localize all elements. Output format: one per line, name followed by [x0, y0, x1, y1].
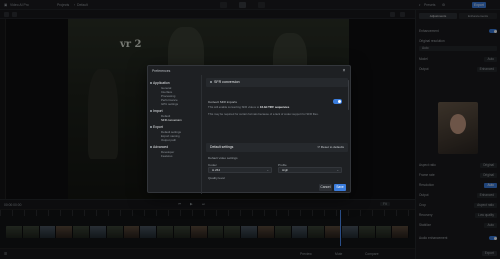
- quality-label: Quality level: [208, 176, 225, 180]
- convert-sfr-toggle[interactable]: [333, 99, 342, 104]
- close-icon[interactable]: ×: [341, 68, 347, 74]
- save-button[interactable]: Save: [334, 184, 346, 191]
- import-icon: [150, 109, 152, 112]
- dialog-title: Preferences: [152, 69, 171, 73]
- sub-output-path[interactable]: Output path: [161, 138, 176, 142]
- sub-gpu[interactable]: GPU settings: [161, 102, 178, 106]
- profile-select[interactable]: High ⌄: [278, 167, 342, 173]
- category-application[interactable]: Application: [150, 81, 170, 85]
- section-header: SFR conversion: [206, 78, 348, 87]
- preferences-dialog: Preferences × Application General Interf…: [147, 65, 351, 194]
- sfr-note-1: This will enable converting SFR videos t…: [208, 105, 290, 109]
- reset-defaults-button[interactable]: ↺ Reset to defaults: [317, 143, 344, 152]
- sub-features[interactable]: Features: [161, 154, 172, 158]
- category-import[interactable]: Import: [150, 109, 163, 113]
- sfr-icon: [210, 81, 212, 84]
- chevron-down-icon: ⌄: [266, 168, 269, 172]
- convert-sfr-label: Convert SFR imports: [208, 100, 237, 104]
- chevron-down-icon: ⌄: [336, 168, 339, 172]
- preferences-sidebar: Application General Interface Processing…: [148, 75, 202, 194]
- export-icon: [150, 125, 152, 128]
- app-window: ▣ Video AI Pro Projects › Default ◐ Pres…: [0, 0, 500, 259]
- sfr-note-2: This may be required for certain formats…: [208, 112, 319, 116]
- preferences-content: SFR conversion Convert SFR imports This …: [206, 75, 348, 194]
- codec-select[interactable]: H.264 ⌄: [208, 167, 272, 173]
- category-advanced[interactable]: Advanced: [150, 145, 168, 149]
- cancel-button[interactable]: Cancel: [319, 184, 332, 191]
- sub-sfr-conversion[interactable]: SFR conversion: [161, 118, 182, 122]
- advanced-icon: [150, 145, 152, 148]
- category-export[interactable]: Export: [150, 125, 163, 129]
- default-caption: Default video settings: [208, 156, 238, 160]
- default-settings-header: Default settings ↺ Reset to defaults: [206, 143, 348, 152]
- application-icon: [150, 81, 152, 84]
- dialog-scrollbar[interactable]: [347, 80, 349, 110]
